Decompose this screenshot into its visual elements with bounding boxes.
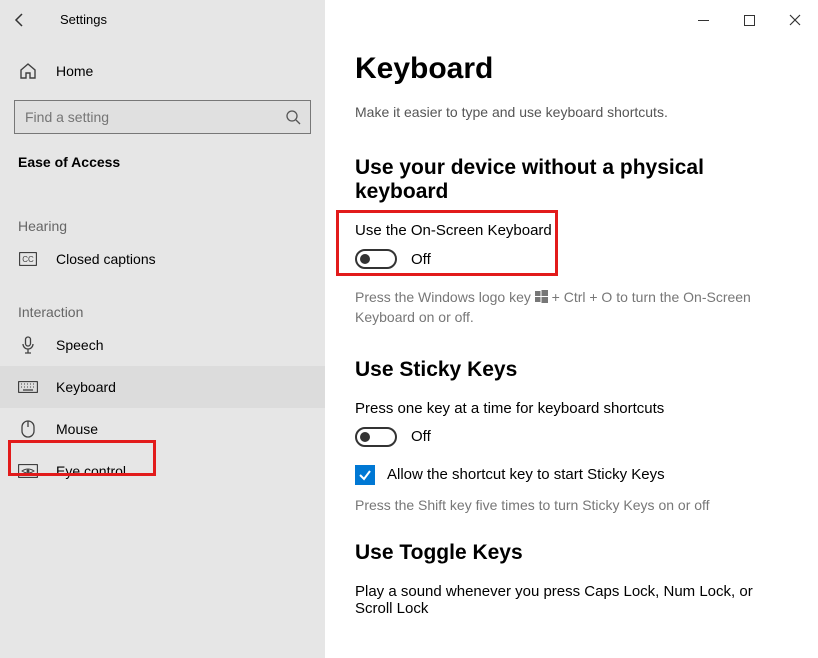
main-content: Keyboard Make it easier to type and use … (325, 0, 818, 658)
sidebar-item-label: Eye control (56, 463, 126, 479)
sticky-checkbox-label: Allow the shortcut key to start Sticky K… (387, 466, 665, 483)
osc-toggle[interactable] (355, 249, 397, 269)
window-title: Settings (40, 0, 305, 40)
close-button[interactable] (772, 4, 818, 36)
sidebar-item-mouse[interactable]: Mouse (0, 408, 325, 450)
minimize-icon (698, 15, 709, 26)
sticky-shortcut-checkbox[interactable] (355, 465, 375, 485)
sidebar-item-eye-control[interactable]: Eye control (0, 450, 325, 492)
checkmark-icon (358, 468, 372, 482)
arrow-left-icon (12, 12, 28, 28)
sidebar-item-label: Mouse (56, 421, 98, 437)
home-icon (18, 62, 38, 80)
sidebar-item-home[interactable]: Home (0, 50, 325, 92)
sidebar-item-keyboard[interactable]: Keyboard (0, 366, 325, 408)
page-title: Keyboard (355, 52, 788, 86)
sticky-hint: Press the Shift key five times to turn S… (355, 495, 788, 515)
sidebar-item-label: Closed captions (56, 251, 156, 267)
section-heading-no-physical: Use your device without a physical keybo… (355, 156, 788, 204)
window-controls (680, 4, 818, 36)
mouse-icon (18, 420, 38, 438)
sidebar-item-label: Home (56, 63, 93, 79)
close-icon (789, 14, 801, 26)
closed-captions-icon: CC (18, 252, 38, 266)
sticky-toggle[interactable] (355, 427, 397, 447)
svg-text:CC: CC (22, 255, 34, 264)
search-icon (276, 100, 310, 134)
section-label: Ease of Access (0, 154, 325, 170)
minimize-button[interactable] (680, 4, 726, 36)
section-heading-sticky: Use Sticky Keys (355, 358, 788, 382)
windows-logo-icon (535, 290, 548, 303)
sidebar-item-label: Speech (56, 337, 103, 353)
sidebar-item-closed-captions[interactable]: CC Closed captions (0, 238, 325, 280)
back-button[interactable] (0, 0, 40, 40)
maximize-button[interactable] (726, 4, 772, 36)
maximize-icon (744, 15, 755, 26)
toggle-desc: Play a sound whenever you press Caps Loc… (355, 583, 788, 617)
page-subtitle: Make it easier to type and use keyboard … (355, 104, 788, 120)
sidebar-item-speech[interactable]: Speech (0, 324, 325, 366)
group-label-hearing: Hearing (0, 210, 325, 238)
osc-label: Use the On-Screen Keyboard (355, 222, 788, 239)
group-label-interaction: Interaction (0, 296, 325, 324)
osc-hint: Press the Windows logo key + Ctrl + O to… (355, 287, 788, 328)
sticky-state: Off (411, 428, 431, 445)
sidebar-item-label: Keyboard (56, 379, 116, 395)
keyboard-icon (18, 381, 38, 393)
eye-control-icon (18, 464, 38, 478)
search-input[interactable] (15, 108, 276, 126)
search-box[interactable] (14, 100, 311, 134)
microphone-icon (18, 336, 38, 354)
osc-state: Off (411, 251, 431, 268)
section-heading-toggle-keys: Use Toggle Keys (355, 541, 788, 565)
sticky-desc: Press one key at a time for keyboard sho… (355, 400, 788, 417)
sidebar: Home Ease of Access Hearing CC Closed ca… (0, 0, 325, 658)
